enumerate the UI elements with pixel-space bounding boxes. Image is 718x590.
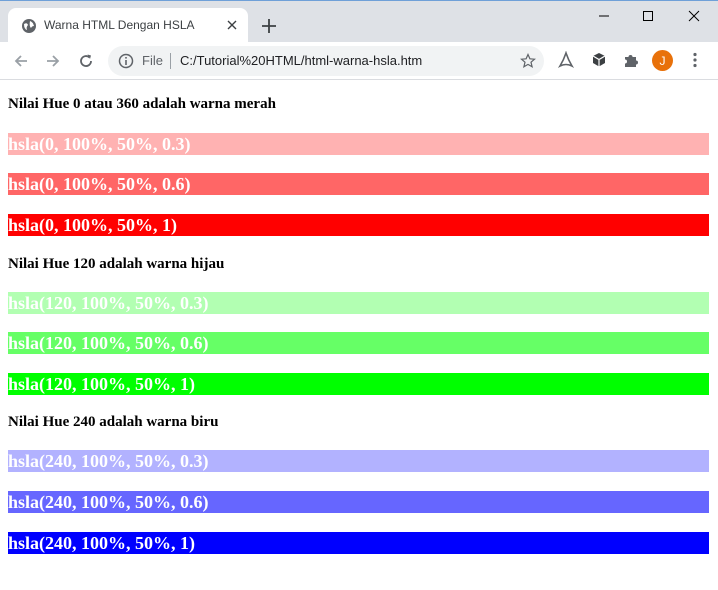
profile-avatar[interactable]: J	[652, 50, 673, 71]
back-icon[interactable]	[11, 51, 31, 71]
info-icon[interactable]	[118, 53, 134, 69]
close-window-icon[interactable]	[682, 5, 706, 27]
pdf-extension-icon[interactable]	[557, 51, 575, 69]
swatch-blue-0-3: hsla(240, 100%, 50%, 0.3)	[8, 450, 709, 472]
cube-extension-icon[interactable]	[590, 51, 608, 69]
swatch-blue-1: hsla(240, 100%, 50%, 1)	[8, 532, 709, 554]
globe-icon	[22, 19, 36, 33]
section-heading-blue: Nilai Hue 240 adalah warna biru	[8, 414, 219, 430]
puzzle-icon[interactable]	[622, 51, 640, 69]
tab-title: Warna HTML Dengan HSLA	[44, 18, 195, 32]
swatch-blue-0-6: hsla(240, 100%, 50%, 0.6)	[8, 491, 709, 513]
section-heading-green: Nilai Hue 120 adalah warna hijau	[8, 256, 225, 272]
swatch-green-1: hsla(120, 100%, 50%, 1)	[8, 373, 709, 395]
section-heading-red: Nilai Hue 0 atau 360 adalah warna merah	[8, 96, 276, 112]
maximize-icon[interactable]	[636, 5, 660, 27]
address-separator	[170, 53, 171, 69]
close-icon[interactable]	[224, 17, 240, 33]
swatch-red-0-3: hsla(0, 100%, 50%, 0.3)	[8, 133, 709, 155]
browser-toolbar: File C:/Tutorial%20HTML/html-warna-hsla.…	[0, 42, 718, 80]
scheme-label: File	[142, 53, 163, 68]
swatch-red-1: hsla(0, 100%, 50%, 1)	[8, 214, 709, 236]
more-icon[interactable]	[686, 51, 704, 69]
tab-strip: Warna HTML Dengan HSLA	[0, 0, 718, 43]
swatch-red-0-6: hsla(0, 100%, 50%, 0.6)	[8, 173, 709, 195]
swatch-green-0-3: hsla(120, 100%, 50%, 0.3)	[8, 292, 709, 314]
address-bar[interactable]: File C:/Tutorial%20HTML/html-warna-hsla.…	[108, 46, 544, 76]
reload-icon[interactable]	[76, 51, 96, 71]
swatch-green-0-6: hsla(120, 100%, 50%, 0.6)	[8, 332, 709, 354]
plus-icon[interactable]	[260, 17, 278, 35]
star-icon[interactable]	[520, 53, 536, 69]
browser-tab[interactable]: Warna HTML Dengan HSLA	[8, 8, 248, 43]
minimize-icon[interactable]	[592, 5, 616, 27]
url-text[interactable]: C:/Tutorial%20HTML/html-warna-hsla.htm	[180, 53, 422, 68]
page-content: Nilai Hue 0 atau 360 adalah warna merah …	[0, 81, 718, 590]
forward-icon[interactable]	[43, 51, 63, 71]
